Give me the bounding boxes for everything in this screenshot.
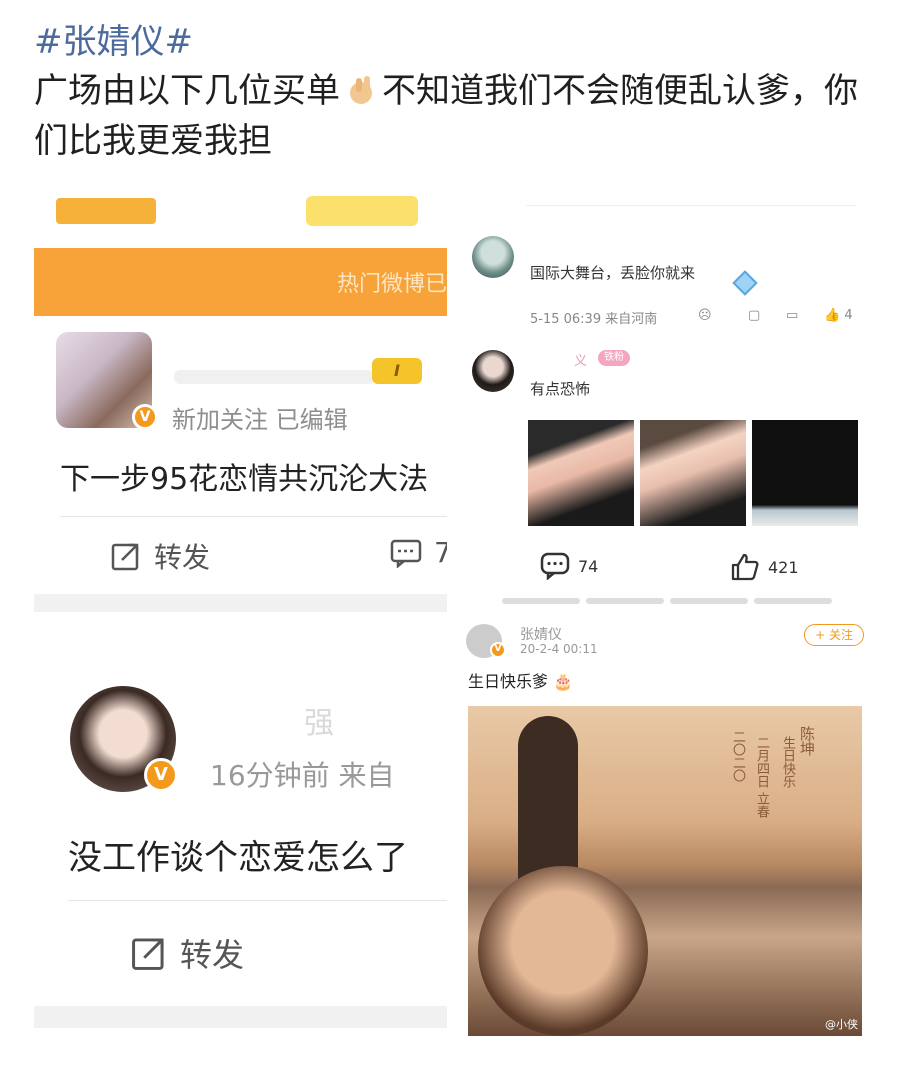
comment-photo-3[interactable] xyxy=(752,420,858,526)
likes-button[interactable]: 421 xyxy=(730,552,799,582)
post-meta: 新加关注 已编辑 xyxy=(172,406,348,434)
photo-caption-1: 生日快乐 xyxy=(780,736,795,788)
commenter-avatar[interactable] xyxy=(472,350,514,392)
dislike-icon[interactable]: ☹ xyxy=(698,308,712,323)
repost-label: 转发 xyxy=(154,541,211,574)
post-text-part1: 广场由以下几位买单 xyxy=(34,71,340,111)
photo-name: 陈坤 xyxy=(798,726,816,756)
repost-icon xyxy=(132,938,164,970)
post-text: 广场由以下几位买单 不知道我们不会随便乱认爹，你们比我更爱我担 xyxy=(34,66,864,166)
repost-button[interactable]: 转发 xyxy=(110,536,210,576)
comment-bubble-icon xyxy=(540,552,570,580)
likes-count: 421 xyxy=(768,557,799,577)
image-pager xyxy=(502,598,832,604)
divider xyxy=(60,516,447,517)
share-icon[interactable]: ▢ xyxy=(748,308,760,323)
repost-button[interactable]: 转发 xyxy=(130,930,244,976)
post-meta: 16分钟前 来自 xyxy=(210,759,395,792)
post-body: 没工作谈个恋爱怎么了 xyxy=(68,838,408,878)
post-body: 下一步95花恋情共沉沦大法 xyxy=(60,462,429,497)
birthday-post-screenshot: V 张婧仪 20-2-4 00:11 + 关注 生日快乐爹 🎂 陈坤 生日快乐 … xyxy=(466,624,864,1040)
like-count: 4 xyxy=(844,308,853,323)
like-button[interactable]: 👍 4 xyxy=(824,308,853,323)
tab-chip-recommend[interactable] xyxy=(306,196,418,226)
post-text-label: 生日快乐爹 xyxy=(468,672,549,691)
cake-emoji-icon: 🎂 xyxy=(553,672,574,691)
thumbs-up-icon xyxy=(731,553,759,581)
post-photo[interactable]: 陈坤 生日快乐 二月四日 立春 二〇二〇 @小侠 xyxy=(468,706,862,1036)
ok-hand-emoji-icon xyxy=(344,72,378,106)
repost-icon xyxy=(111,543,139,571)
commenter-name-partial[interactable]: 义 xyxy=(574,350,587,369)
diamond-sticker-icon xyxy=(732,270,758,296)
commenter-avatar[interactable] xyxy=(472,236,514,278)
hashtag[interactable]: #张婧仪# xyxy=(34,14,193,63)
tab-chip[interactable] xyxy=(56,198,156,224)
reply-icon[interactable]: ▭ xyxy=(786,308,798,323)
username-redacted xyxy=(174,370,374,384)
comment-text-1: 国际大舞台，丢脸你就来 xyxy=(530,264,696,282)
verified-badge-icon: V xyxy=(490,642,506,658)
verified-badge-icon: V xyxy=(132,404,158,430)
comment-text-2: 有点恐怖 xyxy=(530,380,591,398)
comment-icon xyxy=(390,539,422,568)
divider xyxy=(68,900,447,901)
follow-button[interactable]: + 关注 xyxy=(804,624,864,646)
feed-gap xyxy=(34,1006,447,1028)
level-badge: I xyxy=(372,358,422,384)
repost-label: 转发 xyxy=(180,936,245,974)
feed-gap xyxy=(34,594,447,612)
comment-count: 7 xyxy=(434,536,447,569)
weibo-screenshot-1: 热门微博已 V I 新加关注 已编辑 下一步95花恋情共沉沦大法 转发 7 xyxy=(34,182,447,612)
comment-photo-1[interactable] xyxy=(528,420,634,526)
comment-meta-1: 5-15 06:39 来自河南 xyxy=(530,312,658,327)
cut-off-row xyxy=(526,196,856,206)
comments-button[interactable]: 74 xyxy=(540,552,598,580)
fan-badge: 铁粉 xyxy=(598,350,630,366)
top-tabs xyxy=(34,182,447,248)
post-date: 20-2-4 00:11 xyxy=(520,642,598,656)
photo-caption-2: 二月四日 立春 xyxy=(754,736,769,819)
photo-year: 二〇二〇 xyxy=(730,730,745,782)
photo-watermark: @小侠 xyxy=(825,1018,858,1031)
weibo-screenshot-2: V 强 16分钟前 来自 没工作谈个恋爱怎么了 转发 xyxy=(34,644,447,1028)
comment-button[interactable]: 7 xyxy=(390,536,447,569)
post-text: 生日快乐爹 🎂 xyxy=(468,668,573,692)
username[interactable]: 张婧仪 xyxy=(520,624,562,644)
hot-weibo-label: 热门微博已 xyxy=(336,272,447,297)
comments-count: 74 xyxy=(578,556,599,576)
verified-badge-icon: V xyxy=(144,758,178,792)
comments-screenshot: 国际大舞台，丢脸你就来 5-15 06:39 来自河南 ☹ ▢ ▭ 👍 4 义 … xyxy=(462,196,870,608)
username-partial[interactable]: 强 xyxy=(304,698,334,742)
comment-photo-2[interactable] xyxy=(640,420,746,526)
portrait xyxy=(478,866,648,1036)
